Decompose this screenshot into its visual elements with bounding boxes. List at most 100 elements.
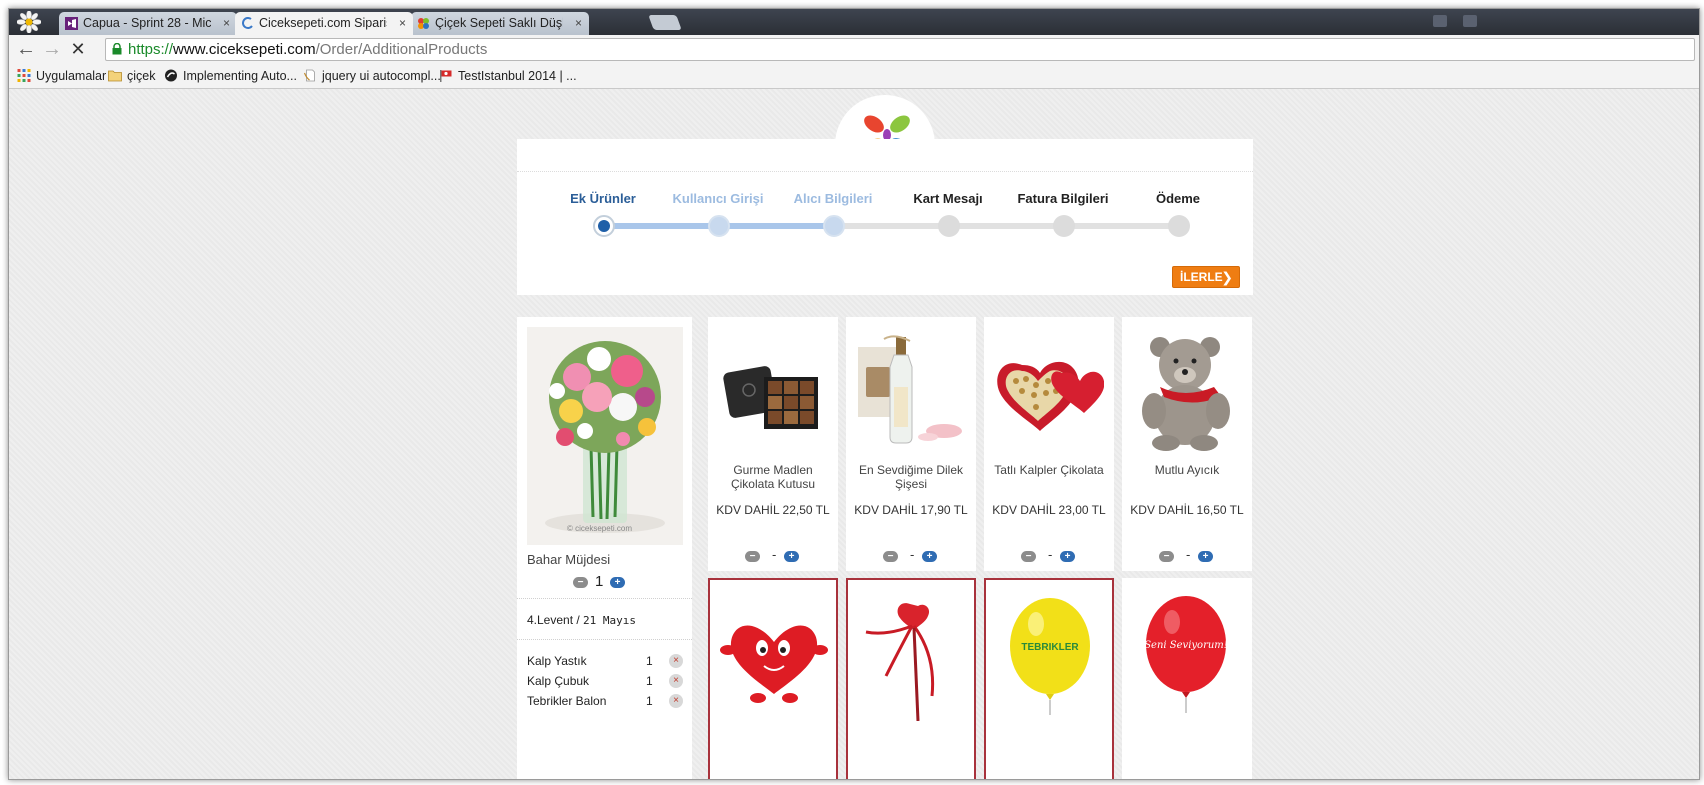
minus-button[interactable]: − (1159, 551, 1174, 562)
product-name: Tatlı Kalpler Çikolata (994, 463, 1104, 477)
step-alici-bilgileri[interactable]: Alıcı Bilgileri (773, 191, 893, 206)
extra-item: Kalp Yastık 1 × (527, 654, 687, 670)
remove-icon[interactable]: × (669, 654, 683, 668)
address-bar[interactable]: https://www.ciceksepeti.com/Order/Additi… (105, 38, 1695, 61)
extra-item: Kalp Çubuk 1 × (527, 674, 687, 690)
loading-spinner-icon (242, 17, 253, 29)
bookmark-label: Uygulamalar (36, 69, 107, 83)
extra-item-name: Kalp Yastık (527, 654, 587, 668)
product-image-heart-chocolate (997, 361, 1104, 431)
product-name: Mutlu Ayıcık (1154, 463, 1220, 477)
plus-button[interactable]: + (1198, 551, 1213, 562)
product-card[interactable]: Gurme Madlen Çikolata Kutusu KDV DAHİL 2… (708, 317, 838, 571)
step-dot (1053, 215, 1075, 237)
delivery-date: 21 Mayıs (583, 614, 637, 627)
minus-button[interactable]: − (745, 551, 760, 562)
step-dot[interactable] (708, 215, 730, 237)
remove-icon[interactable]: × (669, 674, 683, 688)
forward-arrow-icon[interactable]: → (41, 38, 63, 60)
product-image-heart-pillow (720, 625, 828, 703)
new-tab-button[interactable] (648, 15, 682, 30)
product-image-love-balloon: Seni Seviyorum! (1144, 596, 1228, 713)
order-summary: © ciceksepeti.com Bahar Müjdesi − 1 + 4.… (517, 317, 692, 779)
step-dot (938, 215, 960, 237)
bookmark-apps[interactable]: Uygulamalar (17, 68, 106, 84)
page-icon (303, 69, 315, 82)
tab-cicek-sepeti[interactable]: Çiçek Sepeti Saklı Düşler G × (411, 12, 589, 35)
minus-button[interactable]: − (573, 577, 588, 588)
next-button[interactable]: İLERLE ❯ (1172, 266, 1240, 288)
main-product-name: Bahar Müjdesi (527, 552, 611, 567)
bookmark-jquery[interactable]: jquery ui autocompl... (303, 68, 441, 84)
close-icon[interactable]: × (575, 12, 582, 35)
balloon-text: TEBRIKLER (1021, 642, 1079, 653)
plus-button[interactable]: + (1060, 551, 1075, 562)
apps-grid-icon (17, 69, 31, 82)
divider (517, 171, 1253, 172)
remove-icon[interactable]: × (669, 694, 683, 708)
quantity-stepper: − - + (1159, 547, 1219, 564)
browser-toolbar: ← → ✕ https://www.ciceksepeti.com/Order/… (9, 35, 1699, 64)
plus-button[interactable]: + (610, 577, 625, 588)
step-kullanici-girisi[interactable]: Kullanıcı Girişi (658, 191, 778, 206)
product-card[interactable]: Tatlı Kalpler Çikolata KDV DAHİL 23,00 T… (984, 317, 1114, 571)
product-card[interactable]: Seni Seviyorum! (1122, 578, 1252, 779)
back-arrow-icon[interactable]: ← (15, 38, 37, 60)
step-kart-mesaji: Kart Mesajı (913, 191, 983, 206)
plus-button[interactable]: + (922, 551, 937, 562)
product-name: Gurme Madlen Çikolata Kutusu (730, 463, 816, 491)
bookmark-testistanbul[interactable]: TestIstanbul 2014 | ... (439, 68, 577, 84)
page-content: Ek Ürünler Kullanıcı Girişi Alıcı Bilgil… (9, 89, 1699, 779)
divider (517, 598, 692, 599)
chevron-right-icon: ❯ (1221, 269, 1233, 285)
balloon-text: Seni Seviyorum! (1144, 640, 1228, 651)
site-icon (165, 69, 177, 82)
plus-button[interactable]: + (784, 551, 799, 562)
url-scheme: https:// (128, 41, 174, 58)
minus-button[interactable]: − (1021, 551, 1036, 562)
extra-item-name: Kalp Çubuk (527, 674, 590, 688)
daisy-app-icon (17, 11, 41, 33)
extra-item-qty: 1 (646, 674, 653, 688)
product-card[interactable]: Mutlu Ayıcık KDV DAHİL 16,50 TL − - + (1122, 317, 1252, 571)
product-card-selected[interactable] (846, 578, 976, 779)
minimize-icon[interactable] (1463, 15, 1477, 27)
step-odeme: Ödeme (1155, 191, 1201, 206)
extra-item-name: Tebrikler Balon (527, 694, 607, 708)
main-quantity-stepper: − 1 + (573, 573, 633, 591)
bookmark-label: TestIstanbul 2014 | ... (458, 69, 577, 83)
user-icon[interactable] (1433, 15, 1447, 27)
step-dot[interactable] (823, 215, 845, 237)
product-image-tebrikler-balloon: TEBRIKLER (1010, 598, 1090, 715)
step-dot-current[interactable] (593, 215, 615, 237)
close-icon[interactable]: × (399, 12, 406, 35)
tab-ciceksepeti-order[interactable]: Ciceksepeti.com Sipariş A × (235, 12, 413, 35)
product-card[interactable]: En Sevdiğime Dilek Şişesi KDV DAHİL 17,9… (846, 317, 976, 571)
stop-icon[interactable]: ✕ (67, 38, 89, 60)
close-icon[interactable]: × (223, 12, 230, 35)
step-ek-urunler[interactable]: Ek Ürünler (543, 191, 663, 206)
checkout-steps-panel: Ek Ürünler Kullanıcı Girişi Alıcı Bilgil… (517, 139, 1253, 295)
product-card-selected[interactable] (708, 578, 838, 779)
product-image-wish-bottle (858, 335, 962, 444)
product-name: En Sevdiğime Dilek Şişesi (858, 463, 964, 491)
bookmark-implementing-auto[interactable]: Implementing Auto... (164, 68, 297, 84)
browser-window: Capua - Sprint 28 - Micros × Ciceksepeti… (8, 8, 1700, 780)
product-price: KDV DAHİL 22,50 TL (716, 503, 830, 517)
product-image-teddy-bear (1142, 337, 1230, 451)
bookmark-label: jquery ui autocompl... (322, 69, 441, 83)
bookmark-cicek[interactable]: çiçek (108, 68, 155, 84)
step-dot (1168, 215, 1190, 237)
tab-capua[interactable]: Capua - Sprint 28 - Micros × (59, 12, 237, 35)
tab-title: Ciceksepeti.com Sipariş A (259, 16, 387, 30)
product-price: KDV DAHİL 23,00 TL (992, 503, 1106, 517)
extra-item: Tebrikler Balon 1 × (527, 694, 687, 710)
minus-button[interactable]: − (883, 551, 898, 562)
tab-title: Çiçek Sepeti Saklı Düşler G (435, 16, 563, 30)
quantity-value: - (1048, 547, 1053, 562)
product-card-selected[interactable]: TEBRIKLER (984, 578, 1114, 779)
url-host: www.ciceksepeti.com (173, 41, 316, 58)
lock-icon (112, 43, 122, 55)
delivery-place: 4.Levent / (527, 613, 584, 627)
folder-icon (108, 70, 122, 82)
